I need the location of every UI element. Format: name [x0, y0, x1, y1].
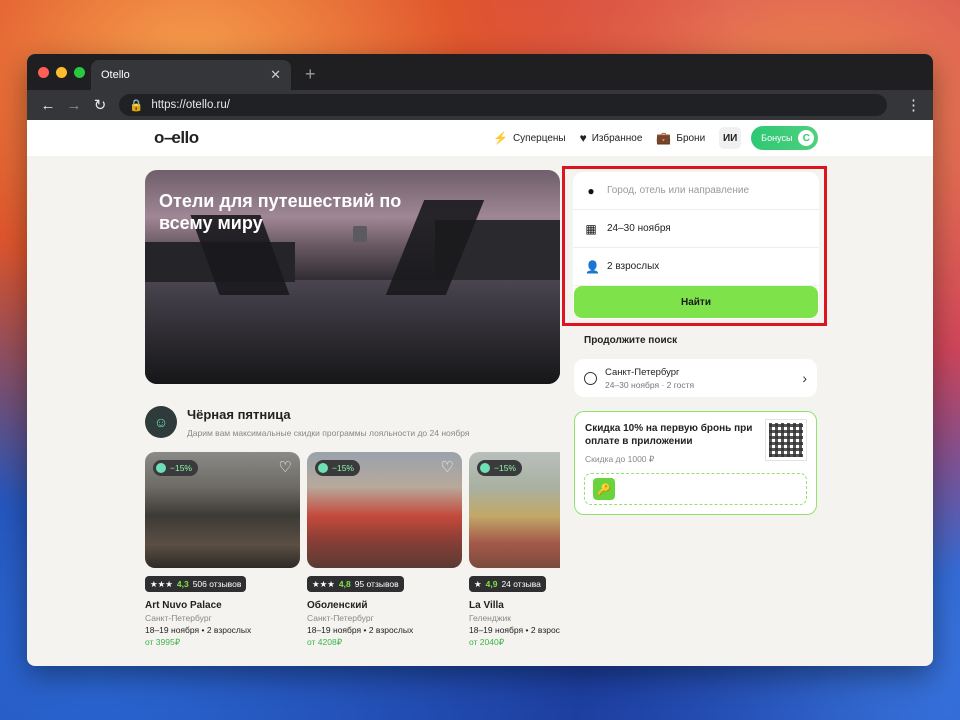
reload-icon[interactable]: ↻	[87, 96, 113, 114]
hotel-name: Оболенский	[307, 600, 368, 611]
black-friday-header: ☺ Чёрная пятница Дарим вам максимальные …	[145, 406, 469, 438]
recent-city: Санкт-Петербург	[605, 366, 680, 378]
discount-badge: −15%	[477, 460, 522, 476]
highlight-box	[562, 166, 827, 326]
suitcase-icon: 💼	[656, 131, 672, 145]
favorite-heart-icon[interactable]: ♡	[441, 458, 454, 476]
site-header: o–ello ⚡ Суперцены ♥ Избранное 💼 Брони И…	[27, 120, 933, 156]
back-icon[interactable]: ←	[35, 97, 61, 114]
user-avatar[interactable]: ИИ	[719, 127, 742, 149]
chevron-right-icon: ›	[802, 370, 807, 386]
hotel-stars: ★★★	[150, 578, 173, 589]
hotel-photo: −15% ♡	[307, 452, 462, 568]
favorite-heart-icon[interactable]: ♡	[279, 458, 292, 476]
hotel-city: Геленджик	[469, 613, 511, 623]
rating-score: 4,3	[176, 579, 189, 589]
bonus-label: Бонусы	[761, 133, 793, 143]
tab-bar: Otello ✕ +	[27, 54, 933, 90]
clock-icon	[584, 371, 597, 385]
otello-logo[interactable]: o–ello	[154, 128, 199, 148]
hotel-card[interactable]: −15% ♡ ★★★ 4,3 506 отзывов Art Nuvo Pala…	[145, 452, 300, 648]
url-input[interactable]: 🔒 https://otello.ru/	[119, 94, 887, 116]
hotel-stars: ★	[474, 578, 482, 589]
rating-badge: ★★★ 4,3 506 отзывов	[145, 576, 247, 592]
forward-icon[interactable]: →	[61, 97, 87, 114]
new-tab-icon[interactable]: +	[305, 64, 316, 85]
loyalty-icon	[480, 463, 490, 473]
hotel-cards: −15% ♡ ★★★ 4,3 506 отзывов Art Nuvo Pala…	[145, 452, 560, 662]
hero-title: Отели для путешествий по всему миру	[159, 191, 402, 233]
app-promo-card[interactable]: Скидка 10% на первую бронь при оплате в …	[574, 411, 817, 515]
recent-search-item[interactable]: Санкт-Петербург 24–30 ноября · 2 гостя ›	[574, 359, 817, 397]
discount-value: −15%	[494, 463, 516, 473]
black-friday-subtitle: Дарим вам максимальные скидки программы …	[187, 427, 470, 438]
browser-window: Otello ✕ + ← → ↻ 🔒 https://otello.ru/ ⋮ …	[27, 54, 933, 666]
close-tab-icon[interactable]: ✕	[270, 67, 281, 83]
review-count: 506 отзывов	[192, 579, 242, 589]
rating-badge: ★ 4,9 24 отзыва	[469, 576, 546, 592]
hotel-dates: 18–19 ноября • 2 взрослых	[469, 625, 560, 635]
recent-search-text: Санкт-Петербург 24–30 ноября · 2 гостя	[605, 367, 694, 390]
qr-code-icon	[765, 419, 807, 461]
hotel-dates: 18–19 ноября • 2 взрослых	[307, 625, 414, 635]
browser-tab[interactable]: Otello ✕	[91, 60, 291, 90]
key-icon: 🔑	[593, 478, 615, 500]
continue-search-title: Продолжите поиск	[584, 335, 678, 346]
hero-banner: Отели для путешествий по всему миру	[145, 170, 560, 384]
black-friday-text: Чёрная пятница Дарим вам максимальные ск…	[187, 407, 469, 438]
rating-score: 4,9	[485, 579, 498, 589]
nav-label: Суперцены	[512, 132, 566, 144]
black-friday-icon: ☺	[145, 406, 177, 438]
discount-value: −15%	[170, 463, 192, 473]
nav-favorites[interactable]: ♥ Избранное	[580, 131, 643, 145]
hotel-price: от 3995₽	[145, 637, 181, 647]
hotel-dates: 18–19 ноября • 2 взрослых	[145, 625, 252, 635]
hotel-price: от 4208₽	[307, 637, 343, 647]
bolt-icon: ⚡	[493, 131, 508, 145]
hotel-price: от 2040₽	[469, 637, 505, 647]
hotel-photo: −15% ♡	[469, 452, 560, 568]
rating-badge: ★★★ 4,8 95 отзывов	[307, 576, 404, 592]
loyalty-icon	[318, 463, 328, 473]
window-controls	[38, 67, 85, 78]
nav-supercheap[interactable]: ⚡ Суперцены	[493, 131, 566, 145]
promo-code-box: 🔑	[584, 473, 807, 505]
discount-value: −15%	[332, 463, 354, 473]
main-nav: ⚡ Суперцены ♥ Избранное 💼 Брони ИИ Бонус…	[493, 126, 819, 150]
nav-bookings[interactable]: 💼 Брони	[656, 131, 705, 145]
hotel-city: Санкт-Петербург	[307, 613, 374, 623]
hero-water	[145, 280, 560, 384]
promo-title: Скидка 10% на первую бронь при оплате в …	[585, 423, 753, 447]
discount-badge: −15%	[315, 460, 360, 476]
minimize-window-button[interactable]	[56, 67, 67, 78]
url-text: https://otello.ru/	[151, 99, 230, 111]
maximize-window-button[interactable]	[74, 67, 85, 78]
nav-label: Избранное	[591, 132, 643, 144]
hotel-card[interactable]: −15% ♡ ★ 4,9 24 отзыва La Villa Геленджи…	[469, 452, 560, 648]
black-friday-title: Чёрная пятница	[187, 406, 291, 422]
heart-icon: ♥	[579, 131, 587, 145]
discount-badge: −15%	[153, 460, 198, 476]
hotel-card[interactable]: −15% ♡ ★★★ 4,8 95 отзывов Оболенский Сан…	[307, 452, 462, 648]
rating-score: 4,8	[338, 579, 351, 589]
nav-label: Брони	[676, 132, 706, 144]
hotel-city: Санкт-Петербург	[145, 613, 212, 623]
review-count: 95 отзывов	[354, 579, 399, 589]
hotel-photo: −15% ♡	[145, 452, 300, 568]
loyalty-icon	[156, 463, 166, 473]
tab-title: Otello	[101, 69, 130, 81]
bonus-button[interactable]: Бонусы С	[751, 126, 819, 150]
review-count: 24 отзыва	[501, 579, 541, 589]
bonus-coin-icon: С	[798, 130, 815, 146]
address-bar-row: ← → ↻ 🔒 https://otello.ru/ ⋮	[27, 90, 933, 120]
browser-menu-icon[interactable]: ⋮	[906, 96, 925, 114]
close-window-button[interactable]	[38, 67, 49, 78]
hotel-name: Art Nuvo Palace	[145, 600, 222, 611]
hotel-stars: ★★★	[312, 578, 335, 589]
hotel-name: La Villa	[469, 600, 504, 611]
recent-details: 24–30 ноября · 2 гостя	[605, 379, 695, 390]
lock-icon: 🔒	[129, 100, 144, 112]
